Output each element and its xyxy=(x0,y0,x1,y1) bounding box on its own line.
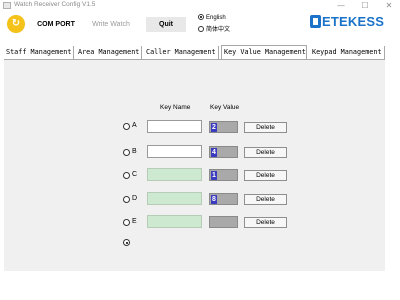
row-c-delete-button[interactable]: Delete xyxy=(244,170,287,181)
brand-mark-icon xyxy=(310,15,321,28)
row-b-letter: B xyxy=(132,148,137,155)
app-icon xyxy=(3,2,11,9)
refresh-icon[interactable]: ↻ xyxy=(7,15,25,33)
row-c-name-input[interactable] xyxy=(147,168,202,181)
key-name-header: Key Name xyxy=(160,104,191,111)
quit-button[interactable]: Quit xyxy=(146,17,186,32)
tab-keypad-management[interactable]: Keypad Management xyxy=(310,46,385,59)
close-button[interactable]: ✕ xyxy=(378,0,400,12)
chinese-label: 简体中文 xyxy=(206,27,231,33)
key-value-panel xyxy=(4,59,385,271)
window-title: Watch Receiver Config V1.5 xyxy=(14,1,96,8)
row-c-letter: C xyxy=(132,171,138,178)
tab-staff-management[interactable]: Staff Management xyxy=(4,46,74,59)
row-a-value: 2 xyxy=(209,121,238,133)
row-e-letter: E xyxy=(132,218,137,225)
com-port-button[interactable]: COM PORT xyxy=(30,17,82,32)
row-a-name-input[interactable] xyxy=(147,120,202,133)
title-bar: Watch Receiver Config V1.5 — ☐ ✕ xyxy=(0,0,400,12)
english-radio[interactable] xyxy=(198,14,204,20)
brand-name: ETEKESS xyxy=(322,14,385,29)
row-d-delete-button[interactable]: Delete xyxy=(244,194,287,205)
row-e-radio[interactable] xyxy=(123,219,130,226)
row-d-letter: D xyxy=(132,195,138,202)
row-c-value: 1 xyxy=(209,169,238,181)
row-d-value: 8 xyxy=(209,193,238,205)
tab-area-management[interactable]: Area Management xyxy=(76,46,142,59)
row-a-delete-button[interactable]: Delete xyxy=(244,122,287,133)
row-e-value xyxy=(209,216,238,228)
tab-key-value-management[interactable]: Key Value Management xyxy=(221,45,307,59)
extra-selected-radio[interactable] xyxy=(123,239,130,246)
row-b-name-input[interactable] xyxy=(147,145,202,158)
maximize-button[interactable]: ☐ xyxy=(354,0,376,12)
key-value-header: Key Value xyxy=(210,104,240,111)
english-label: English xyxy=(206,15,226,21)
row-b-radio[interactable] xyxy=(123,149,130,156)
tab-bar: Staff Management Area Management Caller … xyxy=(0,45,400,59)
write-watch-button[interactable]: Write Watch xyxy=(85,17,137,32)
language-english-option[interactable]: English xyxy=(198,14,226,21)
row-e-delete-button[interactable]: Delete xyxy=(244,217,287,228)
row-d-name-input[interactable] xyxy=(147,192,202,205)
row-a-letter: A xyxy=(132,122,137,129)
language-chinese-option[interactable]: 简体中文 xyxy=(198,24,230,33)
minimize-button[interactable]: — xyxy=(330,0,352,12)
row-d-radio[interactable] xyxy=(123,196,130,203)
row-b-value: 4 xyxy=(209,146,238,158)
row-a-radio[interactable] xyxy=(123,123,130,130)
brand-logo: ETEKESS xyxy=(310,14,384,32)
row-e-name-input[interactable] xyxy=(147,215,202,228)
chinese-radio[interactable] xyxy=(198,26,204,32)
row-c-radio[interactable] xyxy=(123,172,130,179)
tab-caller-management[interactable]: Caller Management xyxy=(144,46,219,59)
row-b-delete-button[interactable]: Delete xyxy=(244,147,287,158)
